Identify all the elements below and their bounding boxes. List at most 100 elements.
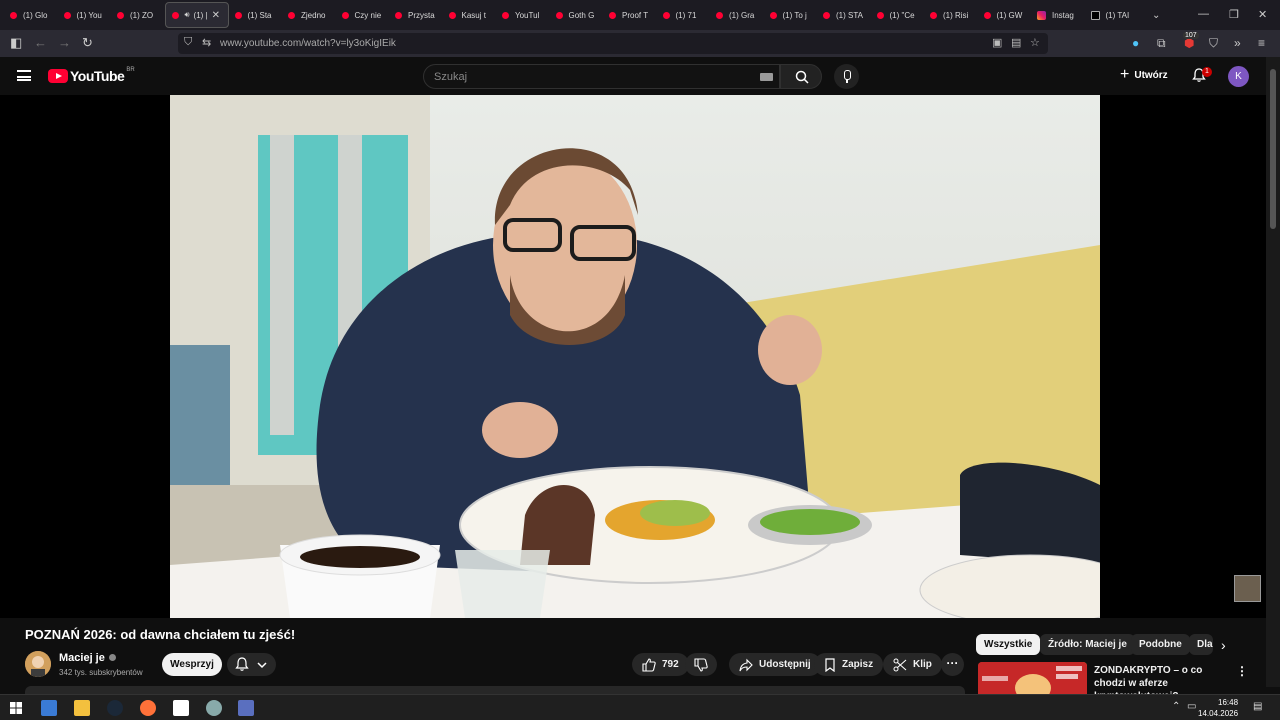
scrollbar-thumb[interactable]	[1270, 69, 1276, 229]
browser-tab[interactable]: (1) TAI	[1085, 2, 1139, 28]
app-menu-icon[interactable]: ≡	[1258, 36, 1265, 50]
shield-icon[interactable]: ⛉	[184, 36, 192, 49]
bookmark-star-icon[interactable]: ☆	[1030, 36, 1040, 49]
recommended-thumbnail[interactable]	[978, 662, 1087, 694]
extension-badge: 107	[1183, 32, 1199, 39]
browser-tab[interactable]: (1) STA	[817, 2, 871, 28]
browser-tab[interactable]: Przysta	[389, 2, 443, 28]
permissions-icon[interactable]: ⇆	[202, 36, 211, 49]
youtube-wordmark: YouTube	[70, 68, 125, 84]
extensions-icon[interactable]: ⧉	[1157, 36, 1166, 51]
forward-icon[interactable]: →	[58, 35, 71, 51]
browser-tab[interactable]: (1) Glo	[4, 2, 58, 28]
plus-icon: +	[1120, 66, 1130, 83]
youtube-favicon-icon	[983, 11, 991, 19]
keyboard-icon[interactable]	[760, 73, 773, 81]
dislike-button[interactable]	[685, 653, 717, 676]
subscription-notifications-button[interactable]	[227, 653, 276, 676]
network-icon[interactable]: ▭	[1187, 701, 1196, 712]
chip-for-you[interactable]: Dla	[1189, 634, 1213, 655]
channel-name-row[interactable]: Maciej je	[59, 652, 116, 664]
close-tab-icon[interactable]: ✕	[212, 10, 220, 21]
back-icon[interactable]: ←	[34, 35, 47, 51]
video-player[interactable]	[170, 95, 1100, 618]
browser-tab[interactable]: (1) You	[58, 2, 112, 28]
browser-tab[interactable]: (1) "Ce	[871, 2, 925, 28]
reload-icon[interactable]: ↻	[82, 35, 93, 51]
video-title: POZNAŃ 2026: od dawna chciałem tu zjeść!	[25, 627, 296, 642]
browser-tab[interactable]: (1) Gra	[710, 2, 764, 28]
support-button[interactable]: Wesprzyj	[162, 653, 222, 676]
tray-chevron-icon[interactable]: ⌃	[1172, 701, 1180, 712]
computer-app-icon[interactable]	[41, 700, 57, 716]
menu-icon[interactable]	[17, 70, 31, 81]
picture-in-picture-icon[interactable]: ▣	[992, 36, 1002, 49]
description-box[interactable]	[25, 686, 965, 694]
notification-center-icon[interactable]: ▤	[1253, 701, 1262, 712]
chip-from-channel[interactable]: Źródło: Maciej je	[1040, 634, 1135, 655]
channel-avatar[interactable]	[25, 651, 51, 677]
file-explorer-icon[interactable]	[74, 700, 90, 716]
privacy-extension-icon[interactable]: ⛉	[1209, 36, 1218, 51]
sidebar-toggle-icon[interactable]: ◧	[10, 35, 22, 51]
browser-tab[interactable]: (1) To j	[764, 2, 818, 28]
steam-icon[interactable]	[107, 700, 123, 716]
reader-view-icon[interactable]: ▤	[1011, 36, 1021, 49]
extension-shield-icon[interactable]: ●	[1132, 36, 1139, 50]
browser-tab[interactable]: Proof T	[603, 2, 657, 28]
minimize-icon[interactable]: —	[1198, 8, 1209, 20]
browser-tab[interactable]: YouTul	[496, 2, 550, 28]
tab-label: Instag	[1052, 10, 1074, 20]
search-input[interactable]	[434, 71, 734, 83]
youtube-favicon-icon	[555, 11, 563, 19]
clip-button[interactable]: Klip	[883, 653, 942, 676]
save-button[interactable]: Zapisz	[814, 653, 884, 676]
address-bar[interactable]: ⛉ ⇆ www.youtube.com/watch?v=ly3oKigIEik …	[178, 33, 1048, 54]
youtube-logo[interactable]: YouTube BR	[48, 67, 135, 84]
create-button[interactable]: + Utwórz	[1120, 66, 1168, 83]
notion-icon[interactable]	[173, 700, 189, 716]
youtube-favicon-icon	[171, 11, 179, 19]
page-scrollbar[interactable]	[1266, 57, 1280, 687]
like-button[interactable]: 792	[632, 653, 689, 676]
like-count: 792	[662, 659, 679, 670]
url-text[interactable]: www.youtube.com/watch?v=ly3oKigIEik	[220, 38, 396, 49]
chip-all[interactable]: Wszystkie	[976, 634, 1041, 655]
browser-tab[interactable]: (1) GW	[978, 2, 1032, 28]
app-icon[interactable]	[206, 700, 222, 716]
share-button[interactable]: Udostępnij	[729, 653, 821, 676]
chip-related[interactable]: Podobne	[1131, 634, 1190, 655]
chevron-right-icon[interactable]: ›	[1221, 637, 1226, 653]
browser-tab[interactable]: (1) ZO	[111, 2, 165, 28]
tab-label: Goth G	[568, 10, 595, 20]
browser-tab[interactable]: (1) Sta	[229, 2, 283, 28]
recommended-menu-icon[interactable]: ⋮	[1236, 664, 1248, 678]
browser-tab[interactable]: Instag	[1031, 2, 1085, 28]
channel-name[interactable]: Maciej je	[59, 652, 105, 664]
calculator-icon[interactable]	[238, 700, 254, 716]
search-button[interactable]	[780, 64, 822, 89]
speaker-icon[interactable]: 🔊︎	[185, 10, 190, 20]
tab-list-chevron-icon[interactable]: ⌄	[1152, 10, 1160, 21]
firefox-icon[interactable]	[140, 700, 156, 716]
more-actions-icon[interactable]: ···	[941, 653, 964, 676]
windows-start-icon[interactable]	[10, 702, 22, 714]
system-clock[interactable]: 16:48 14.04.2026	[1198, 697, 1238, 719]
browser-tab[interactable]: (1) 71	[657, 2, 711, 28]
browser-tab[interactable]: Zjedno	[282, 2, 336, 28]
tab-label: (1) 71	[675, 10, 697, 20]
browser-tab[interactable]: Goth G	[550, 2, 604, 28]
bell-icon	[235, 657, 249, 671]
browser-tab[interactable]: (1) Risi	[924, 2, 978, 28]
restore-icon[interactable]: ❐	[1229, 8, 1239, 21]
voice-search-mic-icon[interactable]	[834, 64, 859, 89]
close-window-icon[interactable]: ✕	[1258, 8, 1267, 21]
browser-tab-active[interactable]: 🔊︎ (1) | ✕	[164, 2, 229, 28]
browser-tab[interactable]: Kasuj t	[443, 2, 497, 28]
youtube-favicon-icon	[341, 11, 349, 19]
account-avatar[interactable]: K	[1228, 66, 1249, 87]
more-tools-icon[interactable]: »	[1234, 36, 1241, 50]
browser-tab[interactable]: Czy nie	[336, 2, 390, 28]
channel-watermark-thumbnail[interactable]	[1234, 575, 1261, 602]
bookmark-icon	[825, 657, 835, 672]
